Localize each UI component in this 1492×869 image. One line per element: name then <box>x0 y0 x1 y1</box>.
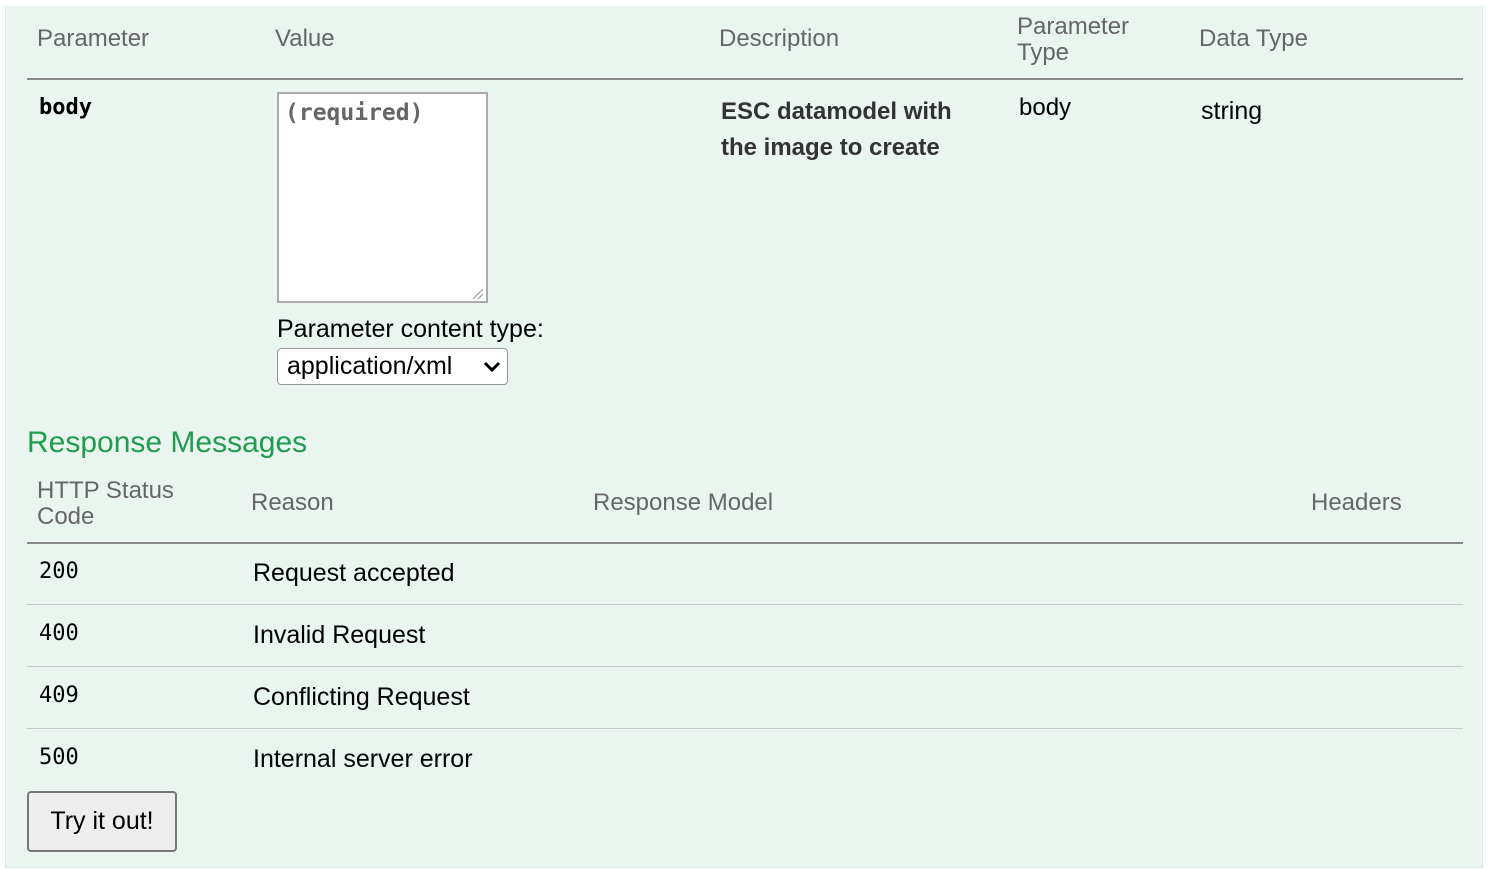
content-type-label: Parameter content type: <box>277 315 544 343</box>
header-value: Value <box>275 25 335 52</box>
responses-header-rule <box>27 542 1463 544</box>
header-http-status-code: HTTP Status Code <box>37 478 174 530</box>
row-divider <box>27 728 1463 729</box>
content-type-select[interactable]: application/xml <box>277 348 508 385</box>
header-response-model: Response Model <box>593 489 774 516</box>
status-reason: Request accepted <box>253 559 455 587</box>
status-code: 409 <box>39 683 79 708</box>
header-parameter-type-line1: Parameter <box>1017 13 1130 40</box>
header-http-status-line2: Code <box>37 503 95 530</box>
header-parameter: Parameter <box>37 25 150 52</box>
status-code: 200 <box>39 559 79 584</box>
body-textarea[interactable] <box>277 92 488 303</box>
status-reason: Internal server error <box>253 745 473 773</box>
param-name: body <box>39 95 92 120</box>
param-type: body <box>1019 94 1072 121</box>
row-divider <box>27 666 1463 667</box>
status-code: 500 <box>39 745 79 770</box>
status-reason: Invalid Request <box>253 621 426 649</box>
try-it-out-button[interactable]: Try it out! <box>27 791 177 852</box>
header-headers: Headers <box>1311 489 1402 516</box>
param-data-type: string <box>1201 97 1263 125</box>
operation-panel: Parameter Value Description Parameter Ty… <box>5 6 1483 868</box>
header-http-status-line1: HTTP Status <box>37 477 174 504</box>
status-code: 400 <box>39 621 79 646</box>
chevron-down-icon <box>477 361 507 373</box>
header-parameter-type-line2: Type <box>1017 39 1070 66</box>
header-parameter-type: Parameter Type <box>1017 14 1129 66</box>
header-reason: Reason <box>251 489 334 516</box>
param-description-line2: the image to create <box>721 134 940 161</box>
parameters-header-rule <box>27 78 1463 80</box>
header-description: Description <box>719 25 840 52</box>
response-messages-title: Response Messages <box>27 426 308 459</box>
resize-grip-icon[interactable] <box>468 284 484 300</box>
header-data-type: Data Type <box>1199 25 1308 52</box>
row-divider <box>27 604 1463 605</box>
status-reason: Conflicting Request <box>253 683 470 711</box>
content-type-selected: application/xml <box>287 352 453 380</box>
param-description-line1: ESC datamodel with <box>721 98 952 125</box>
param-description: ESC datamodel with the image to create <box>721 94 952 166</box>
